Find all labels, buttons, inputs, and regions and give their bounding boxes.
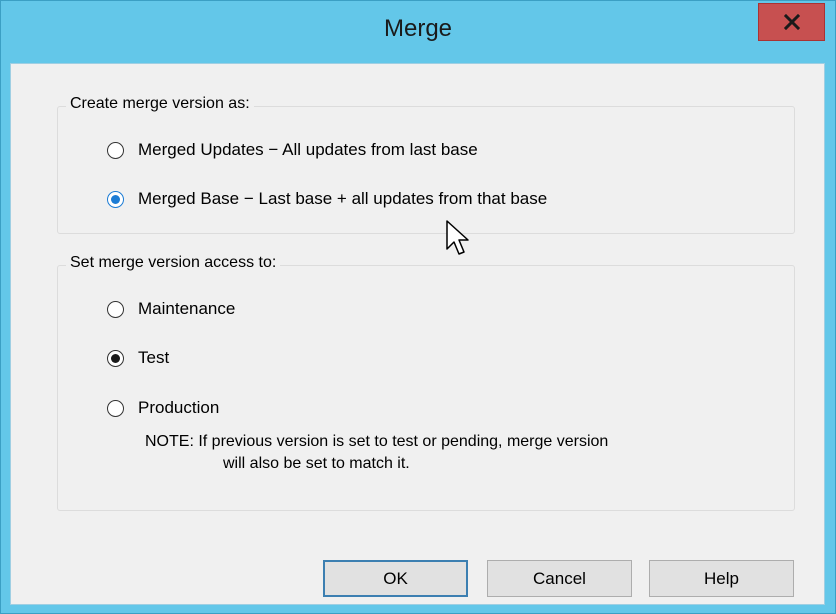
radio-label: Merged Updates − All updates from last b… [138, 140, 478, 159]
radio-merged-updates[interactable]: Merged Updates − All updates from last b… [107, 140, 478, 160]
radio-label: Maintenance [138, 299, 236, 318]
dialog-title: Merge [383, 15, 453, 42]
help-button[interactable]: Help [649, 560, 794, 597]
cancel-button[interactable]: Cancel [487, 560, 632, 597]
mouse-cursor-icon [446, 220, 469, 255]
access-group-label: Set merge version access to: [66, 254, 281, 272]
title-bar[interactable]: Merge [1, 1, 835, 63]
radio-merged-base[interactable]: Merged Base − Last base + all updates fr… [107, 189, 547, 209]
radio-production[interactable]: Production [107, 398, 219, 418]
note-line-2: will also be set to match it. [223, 455, 410, 472]
radio-button-selected[interactable] [107, 349, 124, 367]
merge-dialog: Merge Create merge version as: Merged Up… [0, 0, 836, 614]
ok-button[interactable]: OK [323, 560, 468, 597]
note-text: NOTE: If previous version is set to test… [145, 431, 608, 475]
radio-button[interactable] [107, 399, 124, 417]
create-merge-group: Create merge version as: [57, 95, 795, 234]
radio-label: Test [138, 348, 170, 367]
close-button[interactable] [758, 3, 825, 41]
radio-label: Merged Base − Last base + all updates fr… [138, 189, 548, 208]
radio-button[interactable] [107, 141, 124, 159]
close-icon [783, 14, 800, 30]
dialog-body: Create merge version as: Merged Updates … [10, 63, 825, 605]
radio-button[interactable] [107, 300, 124, 318]
radio-button-selected[interactable] [107, 190, 124, 208]
radio-test[interactable]: Test [107, 348, 169, 368]
note-line-1: NOTE: If previous version is set to test… [145, 433, 609, 450]
radio-maintenance[interactable]: Maintenance [107, 299, 235, 319]
radio-label: Production [138, 398, 220, 417]
create-merge-group-label: Create merge version as: [66, 95, 254, 113]
